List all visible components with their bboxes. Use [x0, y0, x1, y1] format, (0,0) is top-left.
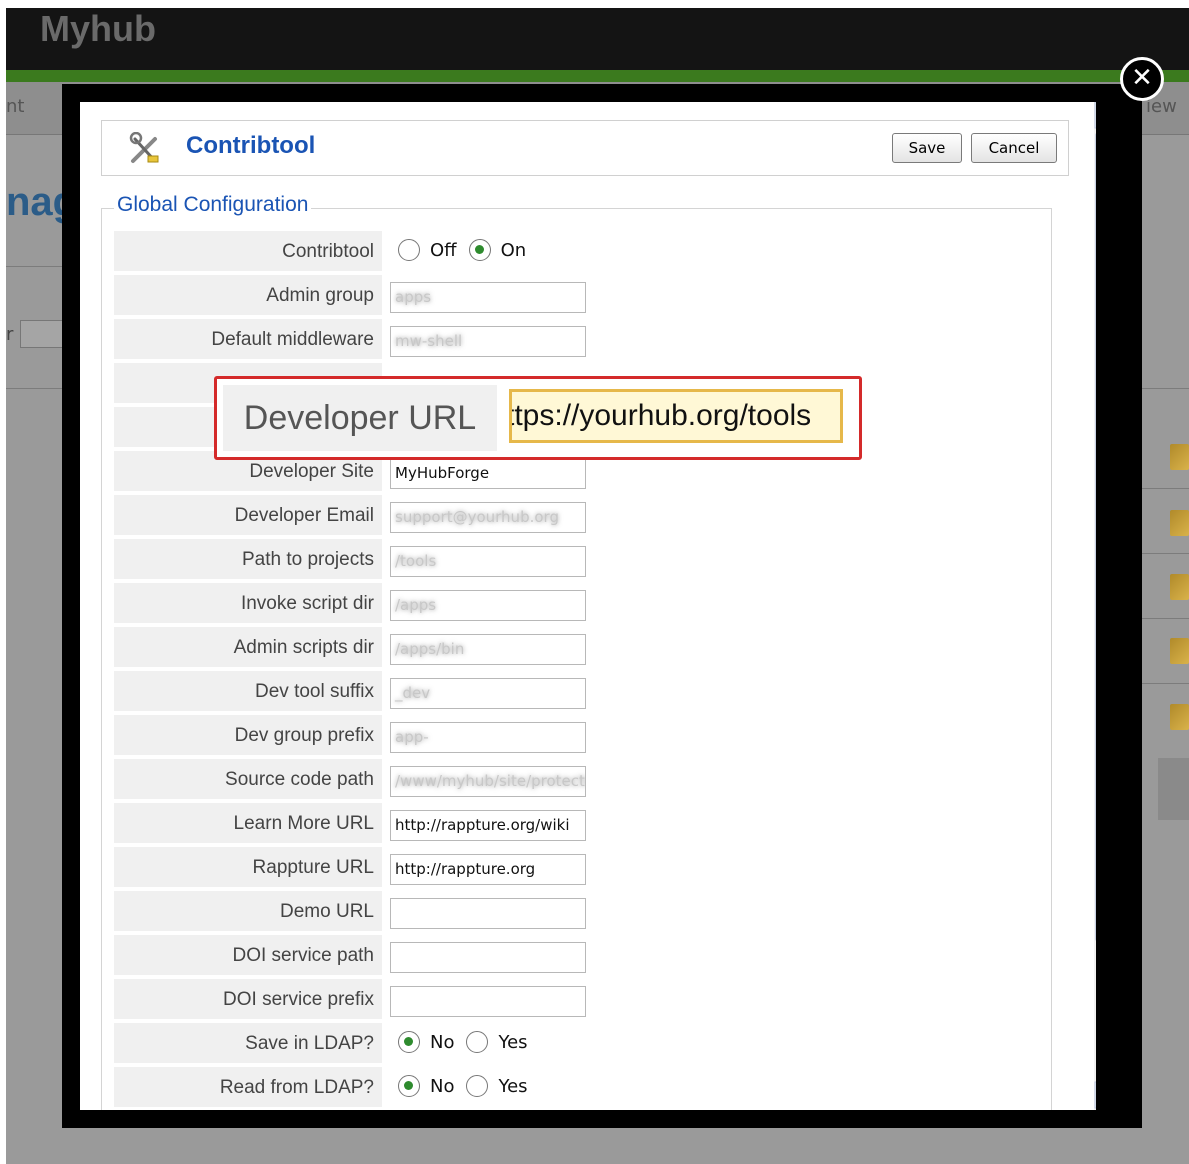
radio-button[interactable]: [466, 1031, 489, 1053]
form-row: Path to projects/tools: [114, 539, 1044, 581]
edit-icon: [1170, 444, 1189, 470]
radio-label[interactable]: Yes: [498, 1076, 527, 1097]
field-label: Contribtool: [114, 231, 382, 273]
radio-button[interactable]: [468, 239, 491, 261]
field-label: Read from LDAP?: [114, 1067, 382, 1109]
radio-label[interactable]: On: [501, 240, 527, 261]
radio-button[interactable]: [466, 1075, 489, 1097]
text-input[interactable]: [390, 986, 586, 1017]
nav-item-left: nt: [6, 96, 25, 117]
save-button[interactable]: Save: [892, 133, 962, 163]
text-input[interactable]: [390, 942, 586, 973]
form-row: Save in LDAP? No Yes: [114, 1023, 1044, 1065]
text-input[interactable]: /www/myhub/site/protected: [390, 766, 586, 797]
field-label: Admin group: [114, 275, 382, 317]
radio-label[interactable]: No: [430, 1076, 454, 1097]
form-row: Default middleware mw-shell: [114, 319, 1044, 361]
text-input[interactable]: /tools: [390, 546, 586, 577]
field-label: Path to projects: [114, 539, 382, 581]
field-label: Developer Email: [114, 495, 382, 537]
divider: [6, 266, 66, 267]
radio-group: Off On: [398, 239, 538, 265]
form-row: DOI service prefix: [114, 979, 1044, 1021]
form-row: Learn More URL http://rappture.org/wiki: [114, 803, 1044, 845]
site-logo: Myhub: [40, 8, 156, 49]
form-row: Dev group prefix app-: [114, 715, 1044, 757]
field-label: Demo URL: [114, 891, 382, 933]
field-label: Source code path: [114, 759, 382, 801]
text-input[interactable]: support@yourhub.org: [390, 502, 586, 533]
form-row: Read from LDAP? No Yes: [114, 1067, 1044, 1109]
modal-content: Contribtool Save Cancel Global Configura…: [80, 102, 1096, 1110]
global-configuration-fieldset: Global Configuration Contribtool Off On Adm…: [101, 193, 1052, 1110]
form-row: Rappture URL http://rappture.org: [114, 847, 1044, 889]
field-label: DOI service path: [114, 935, 382, 977]
text-input[interactable]: /apps/bin: [390, 634, 586, 665]
background-panel: [1158, 758, 1189, 820]
component-toolbar: Contribtool Save Cancel: [101, 120, 1069, 176]
field-label: Dev tool suffix: [114, 671, 382, 713]
form-row: Invoke script dir/apps: [114, 583, 1044, 625]
text-input[interactable]: [390, 898, 586, 929]
developer-url-input[interactable]: ttps://yourhub.org/tools: [509, 389, 843, 443]
filter-input: [20, 320, 66, 348]
field-label: Rappture URL: [114, 847, 382, 889]
radio-label[interactable]: No: [430, 1032, 454, 1053]
radio-group: No Yes: [398, 1075, 540, 1101]
field-label: Admin scripts dir: [114, 627, 382, 669]
form-row: Admin scripts dir/apps/bin: [114, 627, 1044, 669]
field-label: Default middleware: [114, 319, 382, 361]
text-input[interactable]: apps: [390, 282, 586, 313]
component-title: Contribtool: [186, 132, 316, 159]
cancel-button[interactable]: Cancel: [971, 133, 1057, 163]
edit-icon: [1170, 574, 1189, 600]
divider: [6, 388, 66, 389]
modal-dialog: Contribtool Save Cancel Global Configura…: [62, 84, 1142, 1128]
form-row: Admin group apps: [114, 275, 1044, 317]
form-row: Contribtool Off On: [114, 231, 1044, 273]
form-row: Dev tool suffix _dev: [114, 671, 1044, 713]
developer-url-label: Developer URL: [223, 385, 497, 451]
close-icon[interactable]: ✕: [1120, 57, 1164, 101]
fieldset-legend: Global Configuration: [114, 193, 312, 217]
edit-icon: [1170, 510, 1189, 536]
developer-url-highlight: Developer URL ttps://yourhub.org/tools: [214, 376, 862, 460]
text-input[interactable]: mw-shell: [390, 326, 586, 357]
text-input[interactable]: http://rappture.org: [390, 854, 586, 885]
form-row: Source code path/www/myhub/site/protecte…: [114, 759, 1044, 801]
field-label: Learn More URL: [114, 803, 382, 845]
edit-icon: [1170, 638, 1189, 664]
radio-button[interactable]: [398, 1031, 420, 1053]
radio-group: No Yes: [398, 1031, 540, 1057]
text-input[interactable]: http://rappture.org/wiki: [390, 810, 586, 841]
form-row: Developer Email support@yourhub.org: [114, 495, 1044, 537]
radio-label[interactable]: Yes: [498, 1032, 527, 1053]
scrollbar[interactable]: [1094, 102, 1096, 1110]
radio-label[interactable]: Off: [430, 240, 457, 261]
text-input[interactable]: app-: [390, 722, 586, 753]
form-row: Demo URL: [114, 891, 1044, 933]
field-label: Save in LDAP?: [114, 1023, 382, 1065]
field-label: Invoke script dir: [114, 583, 382, 625]
radio-button[interactable]: [398, 239, 420, 261]
site-header: Myhub: [6, 8, 1189, 70]
tools-icon: [129, 132, 159, 163]
header-accent-bar: [6, 70, 1189, 82]
form-row: DOI service path: [114, 935, 1044, 977]
text-input[interactable]: MyHubForge: [390, 458, 586, 489]
text-input[interactable]: /apps: [390, 590, 586, 621]
field-label: DOI service prefix: [114, 979, 382, 1021]
edit-icon: [1170, 704, 1189, 730]
field-label: Dev group prefix: [114, 715, 382, 757]
text-input[interactable]: _dev: [390, 678, 586, 709]
radio-button[interactable]: [398, 1075, 420, 1097]
filter-label: r: [6, 324, 14, 345]
